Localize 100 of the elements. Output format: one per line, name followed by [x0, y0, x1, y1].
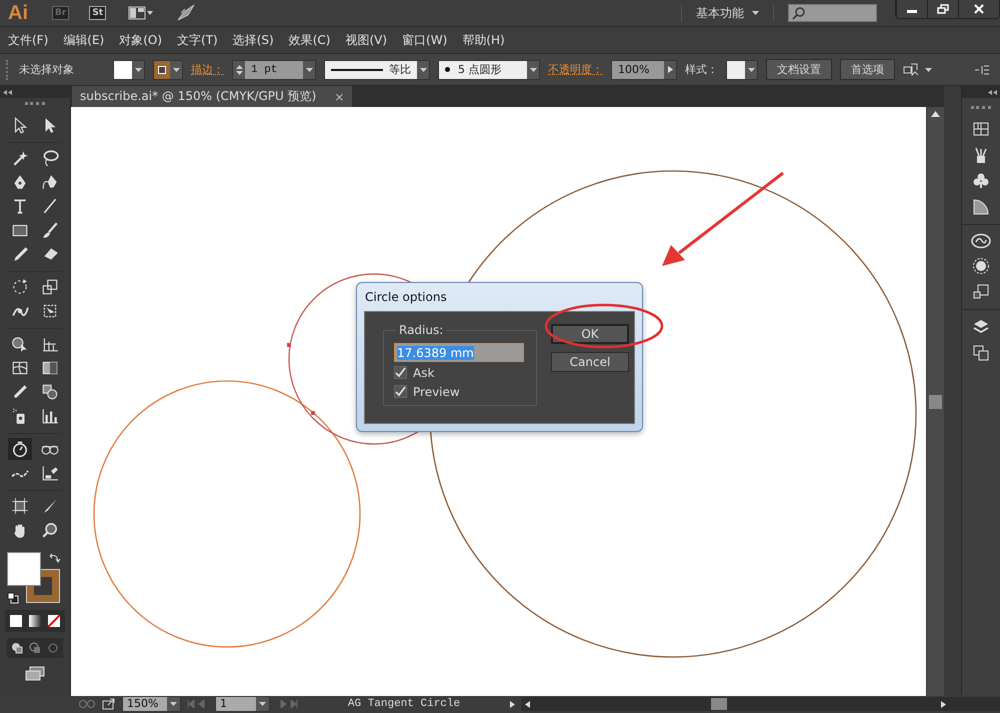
- workspace-switcher[interactable]: 基本功能: [681, 4, 744, 22]
- share-icon[interactable]: [102, 698, 116, 710]
- stroke-label[interactable]: 描边：: [191, 62, 224, 77]
- menu-item[interactable]: 视图(V): [345, 32, 388, 48]
- menu-item[interactable]: 效果(C): [288, 32, 330, 48]
- dropdown-button[interactable]: [745, 60, 757, 78]
- toolbar-button[interactable]: 首选项: [840, 59, 895, 80]
- artboards-icon[interactable]: [972, 283, 990, 301]
- scroll-thumb[interactable]: [711, 698, 727, 710]
- stopwatch-icon: [11, 440, 29, 458]
- screen-mode-icon[interactable]: [24, 666, 46, 682]
- mesh-icon: [11, 359, 29, 377]
- blend-icon: [41, 383, 59, 401]
- panel-menu-icon[interactable]: [974, 64, 990, 76]
- check-icon: [395, 386, 406, 397]
- arrange-icon[interactable]: [903, 62, 933, 78]
- chart-eraser-icon: [41, 464, 59, 482]
- draw-behind-icon[interactable]: [28, 641, 42, 655]
- close-button[interactable]: [958, 0, 999, 18]
- restore-icon: [937, 4, 949, 14]
- gradient-quarter-icon[interactable]: [972, 198, 990, 216]
- option-checkbox[interactable]: Preview: [394, 383, 528, 400]
- app-switch-button[interactable]: St: [89, 6, 106, 20]
- rocket-icon[interactable]: [176, 4, 196, 22]
- menu-item[interactable]: 编辑(E): [63, 32, 104, 48]
- scroll-up-icon: [931, 111, 940, 117]
- grid-icon[interactable]: [972, 120, 990, 138]
- default-colors-icon[interactable]: [7, 592, 19, 604]
- menu-item[interactable]: 文字(T): [177, 32, 218, 48]
- dropdown-button[interactable]: [170, 60, 182, 78]
- sun-icon[interactable]: [972, 257, 990, 275]
- caret-icon: [134, 68, 142, 72]
- selection-status: 未选择对象: [19, 62, 75, 77]
- tool-button[interactable]: [8, 438, 32, 460]
- dropdown-button[interactable]: [417, 60, 429, 78]
- caret-icon: [752, 11, 759, 15]
- toolbar-button[interactable]: 文档设置: [766, 59, 832, 80]
- status-menu-icon: [510, 700, 515, 708]
- brush-dropdown[interactable]: 5 点圆形: [439, 60, 527, 78]
- search-field[interactable]: [788, 4, 877, 22]
- artboard-icon: [11, 497, 29, 515]
- group-label: Radius:: [396, 323, 446, 337]
- app-logo: Ai: [8, 2, 29, 24]
- magic-wand-icon: [11, 149, 29, 167]
- horizontal-scrollbar[interactable]: [521, 697, 1000, 711]
- scroll-left-icon: [525, 700, 530, 708]
- search-icon: [792, 6, 806, 20]
- paintbrush-icon: [41, 221, 59, 239]
- dialog-button[interactable]: Cancel: [551, 352, 629, 372]
- dropdown-button[interactable]: [132, 60, 144, 78]
- caret-icon: [172, 68, 180, 72]
- lasso-icon: [41, 149, 59, 167]
- stroke-swatch[interactable]: [154, 60, 170, 78]
- layout-icon[interactable]: [128, 5, 154, 21]
- rotate-icon: [11, 278, 29, 296]
- style-label: 样式：: [685, 62, 718, 77]
- graph-icon: [41, 407, 59, 425]
- draw-inside-icon[interactable]: [46, 641, 60, 655]
- document-tab[interactable]: subscribe.ai* @ 150% (CMYK/GPU 预览): [72, 86, 334, 107]
- dialog-title: Circle options: [364, 289, 448, 306]
- scale-icon: [41, 278, 59, 296]
- menu-item[interactable]: 窗口(W): [402, 32, 448, 48]
- link-icon[interactable]: [78, 699, 96, 709]
- none-mode-button[interactable]: [46, 613, 62, 629]
- collapse-icon[interactable]: [988, 90, 997, 94]
- style-swatch[interactable]: [727, 60, 745, 78]
- collapse-icon[interactable]: [3, 90, 12, 94]
- menu-item[interactable]: 对象(O): [119, 32, 162, 48]
- caret-icon: [420, 68, 426, 72]
- stroke-profile-dropdown[interactable]: 等比: [325, 60, 417, 78]
- cloud-icon[interactable]: [971, 233, 991, 249]
- menu-item[interactable]: 帮助(H): [462, 32, 505, 48]
- none-icon: [48, 615, 60, 627]
- dropdown-button[interactable]: [527, 60, 539, 78]
- scroll-thumb[interactable]: [929, 395, 942, 409]
- close-icon: [973, 4, 985, 14]
- dialog-button[interactable]: OK: [551, 324, 629, 344]
- menu-item[interactable]: 选择(S): [232, 32, 274, 48]
- vertical-scrollbar[interactable]: [926, 107, 944, 696]
- option-checkbox[interactable]: Ask: [394, 364, 528, 381]
- draw-normal-icon[interactable]: [10, 641, 24, 655]
- line-icon: [41, 197, 59, 215]
- swap-icon[interactable]: [49, 552, 61, 564]
- opacity-label[interactable]: 不透明度：: [548, 62, 603, 77]
- status-text: AG Tangent Circle: [346, 698, 462, 710]
- fill-swatch[interactable]: [114, 60, 132, 78]
- zoom-icon: [41, 521, 59, 539]
- gradient-mode-button[interactable]: [27, 613, 43, 629]
- caret-icon: [748, 68, 754, 72]
- color-mode-button[interactable]: [8, 613, 24, 629]
- shape-builder-icon: [11, 335, 29, 353]
- club-icon[interactable]: [972, 172, 990, 190]
- fill-color-swatch[interactable]: [7, 552, 41, 586]
- check-icon: [395, 367, 406, 378]
- transform-icon[interactable]: [972, 344, 990, 362]
- curvature-pen-icon: [41, 173, 59, 191]
- scroll-right-icon: [941, 700, 946, 708]
- tab-close-button[interactable]: ×: [334, 86, 352, 107]
- layers-icon[interactable]: [972, 318, 990, 336]
- menu-item[interactable]: 文件(F): [8, 32, 48, 48]
